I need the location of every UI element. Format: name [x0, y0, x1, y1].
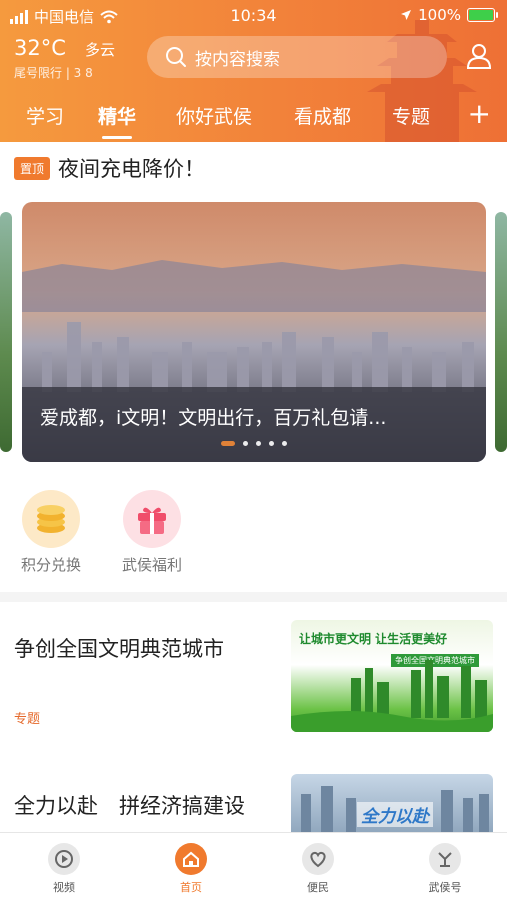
carousel-dot[interactable] — [282, 441, 287, 446]
nav-label: 首页 — [180, 881, 202, 894]
quick-link-label: 积分兑换 — [20, 556, 81, 574]
heart-icon — [302, 843, 334, 875]
location-arrow-icon — [401, 10, 412, 20]
traffic-restriction: 尾号限行 | 3 8 — [14, 66, 93, 80]
carousel-dot[interactable] — [269, 441, 274, 446]
search-placeholder: 按内容搜索 — [195, 49, 280, 70]
gift-icon — [123, 490, 181, 548]
section-divider — [0, 592, 507, 602]
quick-link-points-exchange[interactable]: 积分兑换 — [11, 490, 91, 575]
quick-link-label: 武侯福利 — [121, 556, 182, 574]
tab-highlights[interactable]: 精华 — [98, 102, 136, 139]
battery-percent: 100% — [418, 6, 461, 24]
banner-caption: 爱成都，i文明！文明出行，百万礼包请... — [40, 407, 387, 429]
play-icon — [48, 843, 80, 875]
tab-topics[interactable]: 专题 — [392, 102, 430, 129]
app-header: 中国电信 10:34 100% 32°C 多云 尾号限行 | 3 8 按内容搜索… — [0, 0, 507, 142]
banner-carousel[interactable]: 爱成都，i文明！文明出行，百万礼包请... — [22, 202, 486, 462]
battery-icon — [467, 8, 498, 22]
news-thumbnail[interactable]: 全力以赴 — [291, 774, 493, 834]
quick-link-wuhou-welfare[interactable]: 武侯福利 — [112, 490, 192, 575]
carousel-dot[interactable] — [221, 441, 235, 446]
nav-video[interactable]: 视频 — [24, 843, 104, 895]
pinned-title: 夜间充电降价！ — [58, 157, 206, 181]
carousel-indicator — [22, 441, 486, 446]
wuhou-icon — [429, 843, 461, 875]
nav-label: 武侯号 — [428, 881, 462, 894]
news-title[interactable]: 全力以赴 拼经济搞建设 — [14, 790, 245, 820]
search-bar[interactable]: 按内容搜索 — [147, 36, 447, 78]
tab-see-chengdu[interactable]: 看成都 — [294, 102, 351, 129]
search-icon — [166, 47, 186, 67]
bottom-navigation: 视频 首页 便民 武侯号 — [0, 832, 507, 901]
tab-hello-wuhou[interactable]: 你好武侯 — [176, 102, 252, 129]
thumb-headline: 全力以赴 — [357, 802, 433, 827]
thumb-skyline — [291, 660, 493, 732]
nav-home[interactable]: 首页 — [151, 843, 231, 895]
carousel-next-card[interactable] — [495, 212, 507, 452]
news-tag[interactable]: 专题 — [14, 708, 40, 727]
user-profile-icon[interactable] — [465, 42, 493, 70]
temperature: 32°C — [14, 36, 66, 60]
news-thumbnail[interactable]: 让城市更文明 让生活更美好 争创全国文明典范城市 — [291, 620, 493, 732]
pinned-item[interactable]: 置顶 夜间充电降价！ — [14, 153, 205, 183]
pinned-tag: 置顶 — [14, 156, 51, 180]
nav-label: 视频 — [53, 881, 75, 894]
coins-icon — [22, 490, 80, 548]
nav-wuhou-account[interactable]: 武侯号 — [405, 843, 485, 895]
carousel-dot[interactable] — [243, 441, 248, 446]
nav-convenience[interactable]: 便民 — [278, 843, 358, 895]
tab-study[interactable]: 学习 — [26, 102, 64, 129]
status-bar: 中国电信 10:34 100% — [0, 4, 507, 28]
nav-label: 便民 — [307, 881, 329, 894]
home-icon — [175, 843, 207, 875]
weather-condition: 多云 — [84, 41, 115, 59]
news-title[interactable]: 争创全国文明典范城市 — [14, 633, 224, 663]
category-tabs: 学习 精华 你好武侯 看成都 专题 + — [0, 96, 507, 142]
weather-widget[interactable]: 32°C 多云 尾号限行 | 3 8 — [14, 36, 115, 81]
carousel-prev-card[interactable] — [0, 212, 12, 452]
carousel-dot[interactable] — [256, 441, 261, 446]
add-tab-plus-icon[interactable]: + — [468, 100, 491, 128]
